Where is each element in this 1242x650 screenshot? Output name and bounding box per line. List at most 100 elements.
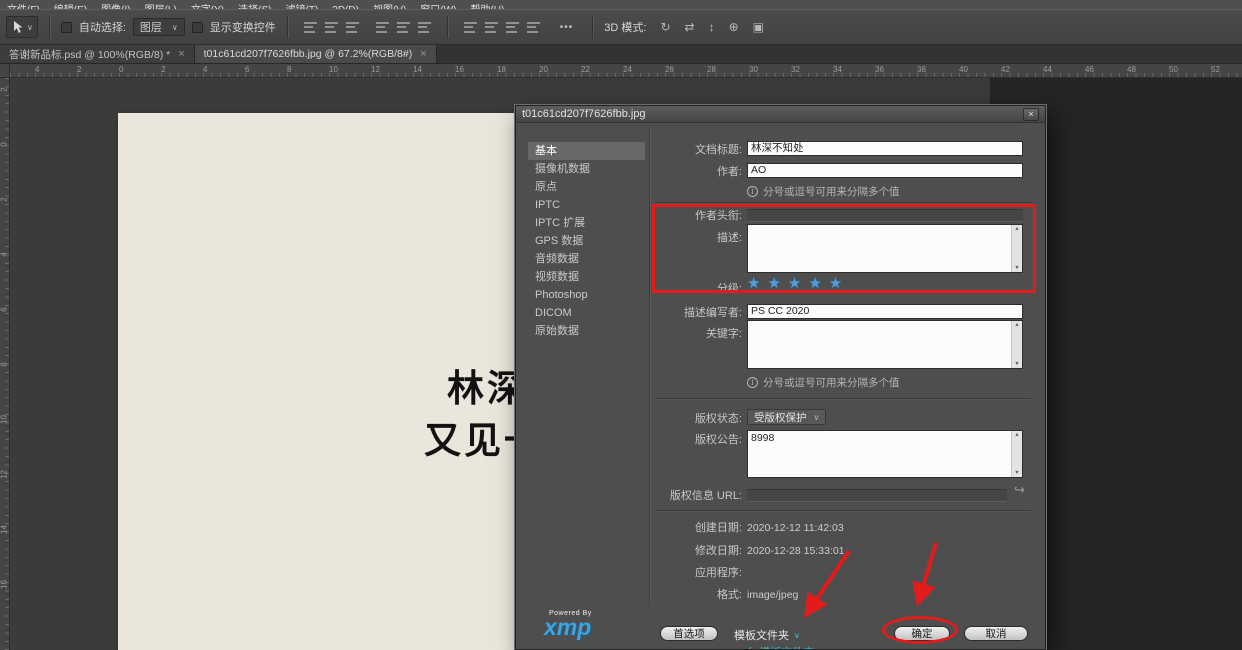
copyright-notice-field[interactable]: 8998 ▲▼	[747, 430, 1023, 478]
author-title-field[interactable]	[747, 209, 1023, 222]
dialog-nav-item[interactable]: 视频数据	[528, 268, 645, 286]
rating-stars[interactable]: ★★★★★	[747, 276, 849, 291]
more-options-button[interactable]: •••	[560, 22, 574, 33]
ruler-number: 22	[581, 65, 590, 74]
dialog-nav-item[interactable]: 音频数据	[528, 250, 645, 268]
copyright-status-dropdown[interactable]: 受版权保护 ∨	[747, 409, 826, 425]
align-center-icon[interactable]	[325, 22, 338, 33]
author-field[interactable]: AO	[747, 163, 1023, 178]
section-divider	[656, 202, 1031, 203]
file-info-dialog: t01c61cd207f7626fbb.jpg × 基本摄像机数据原点IPTCI…	[515, 105, 1046, 650]
dialog-nav-item[interactable]: IPTC	[528, 196, 645, 214]
align-top-icon[interactable]	[376, 22, 389, 33]
go-to-url-icon[interactable]: ↪	[1014, 482, 1025, 498]
3d-mode-icon[interactable]: ↻	[660, 20, 670, 34]
ruler-number: 12	[0, 470, 9, 480]
scroll-up-icon[interactable]: ▲	[1014, 322, 1019, 328]
ruler-number: 0	[119, 65, 123, 74]
tab-label: t01c61cd207f7626fbb.jpg @ 67.2%(RGB/8#)	[204, 48, 413, 60]
dialog-nav-item[interactable]: Photoshop	[528, 286, 645, 304]
menu-bar: 文件(F)编辑(E)图像(I)图层(L)文字(Y)选择(S)滤镜(T)3D(D)…	[0, 0, 1242, 9]
modified-date-value: 2020-12-28 15:33:01	[747, 545, 845, 557]
3d-mode-icon[interactable]: ⊕	[729, 20, 739, 34]
3d-mode-icon[interactable]: ↕	[709, 20, 715, 34]
align-bottom-icon[interactable]	[418, 22, 431, 33]
application-label: 应用程序:	[634, 567, 742, 579]
align-right-icon[interactable]	[346, 22, 359, 33]
dialog-nav-item[interactable]: 基本	[528, 142, 645, 160]
scroll-down-icon[interactable]: ▼	[1014, 361, 1019, 367]
cancel-button[interactable]: 取消	[964, 626, 1028, 641]
created-date-label: 创建日期:	[634, 522, 742, 534]
doc-title-field[interactable]: 林深不知处	[747, 141, 1023, 156]
vertical-ruler[interactable]: 20246810121416	[0, 78, 10, 650]
separator-hint: i 分号或逗号可用来分隔多个值	[747, 184, 900, 199]
ok-button[interactable]: 确定	[894, 626, 950, 641]
template-folder-button[interactable]: 模板文件夹 ∨	[734, 627, 800, 643]
dialog-nav-item[interactable]: GPS 数据	[528, 232, 645, 250]
document-tab[interactable]: t01c61cd207f7626fbb.jpg @ 67.2%(RGB/8#) ×	[195, 45, 437, 63]
ruler-number: 38	[917, 65, 926, 74]
ruler-number: 32	[791, 65, 800, 74]
tool-preset-picker[interactable]: ∨	[6, 16, 38, 38]
preferences-button[interactable]: 首选项	[660, 626, 718, 641]
author-label: 作者:	[634, 166, 742, 178]
dialog-nav-item[interactable]: DICOM	[528, 304, 645, 322]
xmp-logo: xmp	[544, 615, 591, 639]
close-icon[interactable]: ×	[420, 48, 426, 60]
dialog-nav-item[interactable]: IPTC 扩展	[528, 214, 645, 232]
show-transform-checkbox[interactable]	[192, 22, 203, 33]
template-folder-menu-item[interactable]: ✓ 模板文件夹	[744, 644, 814, 650]
tab-label: 答谢新品标.psd @ 100%(RGB/8) *	[9, 47, 170, 62]
keywords-field[interactable]: ▲▼	[747, 320, 1023, 369]
dialog-nav-item[interactable]: 原始数据	[528, 322, 645, 340]
author-title-label: 作者头衔:	[634, 210, 742, 222]
keywords-label: 关键字:	[634, 328, 742, 340]
chevron-down-icon: ∨	[172, 23, 178, 32]
template-folder-label: 模板文件夹	[734, 627, 789, 643]
dialog-title-bar[interactable]: t01c61cd207f7626fbb.jpg ×	[516, 106, 1045, 123]
ruler-number: 10	[0, 415, 9, 425]
align-left-icon[interactable]	[304, 22, 317, 33]
dialog-nav-item[interactable]: 原点	[528, 178, 645, 196]
check-icon: ✓	[744, 644, 753, 650]
align-middle-icon[interactable]	[397, 22, 410, 33]
distribute-icon[interactable]	[464, 22, 477, 33]
ruler-number: 18	[497, 65, 506, 74]
info-icon: i	[747, 377, 758, 388]
scroll-down-icon[interactable]: ▼	[1014, 265, 1019, 271]
scrollbar[interactable]: ▲▼	[1011, 431, 1022, 477]
scroll-up-icon[interactable]: ▲	[1014, 432, 1019, 438]
hint-text: 分号或逗号可用来分隔多个值	[763, 375, 900, 390]
ruler-number: 0	[0, 140, 9, 150]
scroll-down-icon[interactable]: ▼	[1014, 470, 1019, 476]
document-tab[interactable]: 答谢新品标.psd @ 100%(RGB/8) * ×	[0, 45, 195, 63]
separator-hint: i 分号或逗号可用来分隔多个值	[747, 375, 900, 390]
copyright-url-field[interactable]	[747, 489, 1007, 502]
document-tab-bar: 答谢新品标.psd @ 100%(RGB/8) *×t01c61cd207f76…	[0, 45, 1242, 64]
format-label: 格式:	[634, 589, 742, 601]
writer-field[interactable]: PS CC 2020	[747, 304, 1023, 319]
ruler-number: 48	[1127, 65, 1136, 74]
dialog-nav-item[interactable]: 摄像机数据	[528, 160, 645, 178]
horizontal-ruler[interactable]: 4202468101214161820222426283032343638404…	[10, 64, 1242, 78]
ruler-number: 50	[1169, 65, 1178, 74]
distribute-icon[interactable]	[527, 22, 540, 33]
close-icon[interactable]: ×	[178, 48, 184, 60]
scrollbar[interactable]: ▲▼	[1011, 321, 1022, 368]
chevron-down-icon: ∨	[794, 631, 800, 640]
3d-mode-icon[interactable]: ▣	[753, 20, 764, 34]
distribute-icon[interactable]	[506, 22, 519, 33]
auto-select-checkbox[interactable]	[61, 22, 72, 33]
copyright-status-label: 版权状态:	[634, 413, 742, 425]
distribute-icon[interactable]	[485, 22, 498, 33]
description-label: 描述:	[634, 232, 742, 244]
ruler-number: 20	[539, 65, 548, 74]
layer-target-select[interactable]: 图层 ∨	[133, 18, 185, 36]
3d-mode-icon[interactable]: ⇄	[685, 20, 695, 34]
description-field[interactable]: ▲▼	[747, 224, 1023, 273]
close-icon[interactable]: ×	[1023, 108, 1039, 121]
scrollbar[interactable]: ▲▼	[1011, 225, 1022, 272]
dialog-title: t01c61cd207f7626fbb.jpg	[522, 108, 646, 120]
scroll-up-icon[interactable]: ▲	[1014, 226, 1019, 232]
